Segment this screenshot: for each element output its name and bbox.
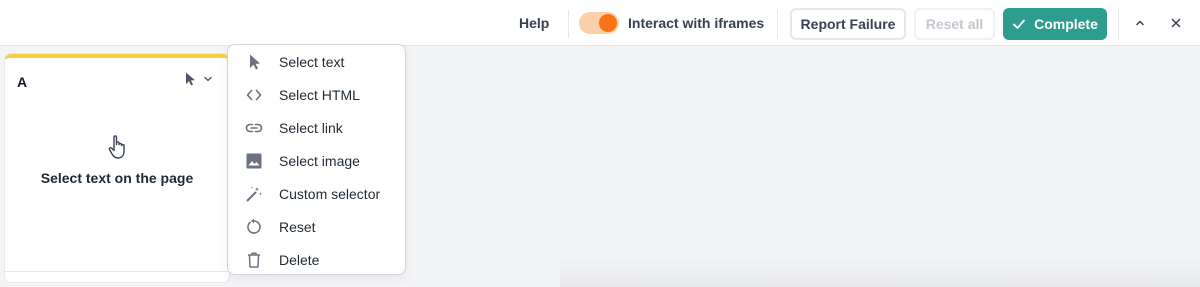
pointer-icon	[186, 72, 195, 86]
menu-item-select-text[interactable]: Select text	[228, 46, 405, 78]
menu-item-label: Delete	[279, 252, 320, 268]
panel-edge-shadow	[560, 255, 1200, 287]
top-toolbar: Help Interact with iframes Report Failur…	[0, 0, 1200, 46]
card-title: A	[17, 74, 28, 90]
card-divider	[5, 271, 229, 272]
report-failure-button[interactable]: Report Failure	[790, 8, 906, 40]
code-icon	[246, 89, 262, 101]
iframes-toggle-label: Interact with iframes	[628, 15, 765, 31]
hand-pointer-icon	[108, 135, 125, 159]
toolbar-divider	[1118, 10, 1119, 38]
reset-all-button[interactable]: Reset all	[914, 8, 995, 40]
chevron-down-icon	[204, 76, 212, 82]
pointer-icon	[250, 54, 260, 70]
menu-item-label: Reset	[279, 219, 316, 235]
menu-item-delete[interactable]: Delete	[228, 244, 405, 276]
reset-icon	[247, 218, 261, 234]
menu-item-label: Select link	[279, 120, 343, 136]
toolbar-divider	[568, 10, 569, 38]
magic-wand-icon	[246, 186, 262, 202]
tool-dropdown[interactable]	[185, 72, 213, 86]
complete-button-label: Complete	[1034, 16, 1098, 32]
close-icon	[1171, 18, 1181, 28]
card-instruction: Select text on the page	[40, 170, 194, 186]
close-button[interactable]	[1165, 12, 1187, 34]
help-link[interactable]: Help	[519, 15, 549, 31]
menu-item-label: Select HTML	[279, 87, 360, 103]
menu-item-label: Select text	[279, 54, 345, 70]
chevron-up-icon	[1136, 20, 1144, 26]
toggle-knob	[599, 14, 617, 32]
menu-item-label: Custom selector	[279, 186, 381, 202]
menu-item-custom-selector[interactable]: Custom selector	[228, 178, 405, 210]
complete-button[interactable]: Complete	[1003, 8, 1107, 40]
menu-item-reset[interactable]: Reset	[228, 211, 405, 243]
menu-item-select-image[interactable]: Select image	[228, 145, 405, 177]
check-icon	[1013, 19, 1025, 29]
iframes-toggle[interactable]	[579, 12, 619, 34]
selector-type-menu: Select text Select HTML Select link Sele…	[227, 44, 406, 275]
toolbar-divider	[777, 10, 778, 38]
menu-item-select-link[interactable]: Select link	[228, 112, 405, 144]
collapse-button[interactable]	[1129, 12, 1151, 34]
link-icon	[245, 123, 263, 133]
menu-item-select-html[interactable]: Select HTML	[228, 79, 405, 111]
menu-item-label: Select image	[279, 153, 360, 169]
image-icon	[246, 153, 262, 169]
selector-card[interactable]: A Select text on the page	[5, 54, 229, 282]
trash-icon	[248, 252, 260, 268]
